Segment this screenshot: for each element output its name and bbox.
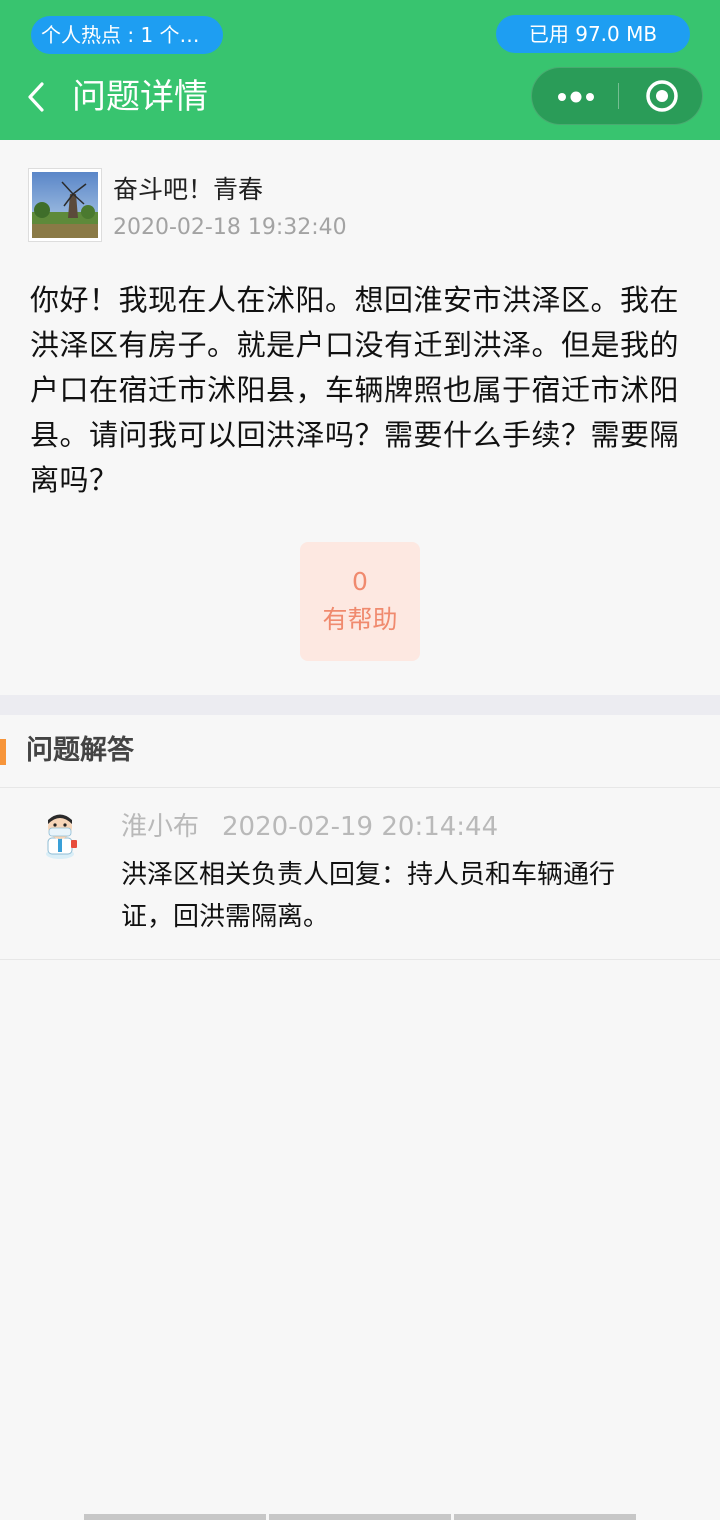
more-button[interactable] (532, 68, 618, 124)
indicator-segment (454, 1514, 636, 1520)
hotspot-status-pill[interactable]: 个人热点 : 1 个连... (31, 16, 223, 54)
answerer-avatar (38, 810, 82, 860)
chevron-left-icon (28, 82, 44, 112)
back-button[interactable] (20, 76, 54, 118)
answer-divider (0, 959, 720, 960)
helpful-count: 0 (352, 567, 368, 596)
helpful-label: 有帮助 (322, 605, 398, 634)
question-timestamp: 2020-02-18 19:32:40 (113, 215, 347, 240)
answers-header: 问题解答 (0, 715, 720, 787)
indicator-segment (269, 1514, 451, 1520)
answers-title: 问题解答 (26, 735, 134, 766)
question-body: 你好！我现在人在沭阳。想回淮安市洪泽区。我在洪泽区有房子。就是户口没有迁到洪泽。… (30, 283, 680, 497)
memory-usage-pill[interactable]: 已用 97.0 MB (496, 15, 690, 53)
question-author-name: 奋斗吧！青春 (113, 175, 264, 204)
bottom-indicator (84, 1514, 636, 1520)
doctor-mascot-icon (46, 814, 77, 859)
top-bar: 个人热点 : 1 个连... 已用 97.0 MB 问题详情 (0, 0, 720, 140)
user-avatar[interactable] (28, 168, 102, 242)
target-circle-icon (646, 80, 678, 112)
section-divider (0, 695, 720, 715)
section-accent-bar (0, 739, 6, 765)
capsule-divider (618, 83, 619, 109)
page-title: 问题详情 (72, 77, 208, 117)
close-program-button[interactable] (620, 68, 704, 124)
answer-author: 淮小布 (121, 812, 200, 842)
indicator-segment (84, 1514, 266, 1520)
answer-timestamp: 2020-02-19 20:14:44 (222, 812, 499, 842)
helpful-button[interactable]: 0 有帮助 (300, 542, 420, 661)
windmill-photo-icon (32, 172, 98, 238)
answer-item: 淮小布 2020-02-19 20:14:44 洪泽区相关负责人回复：持人员和车… (0, 788, 720, 960)
more-dots-icon (558, 91, 594, 103)
answer-body: 洪泽区相关负责人回复：持人员和车辆通行证，回洪需隔离。 (121, 860, 616, 932)
mini-program-capsule (531, 67, 703, 125)
